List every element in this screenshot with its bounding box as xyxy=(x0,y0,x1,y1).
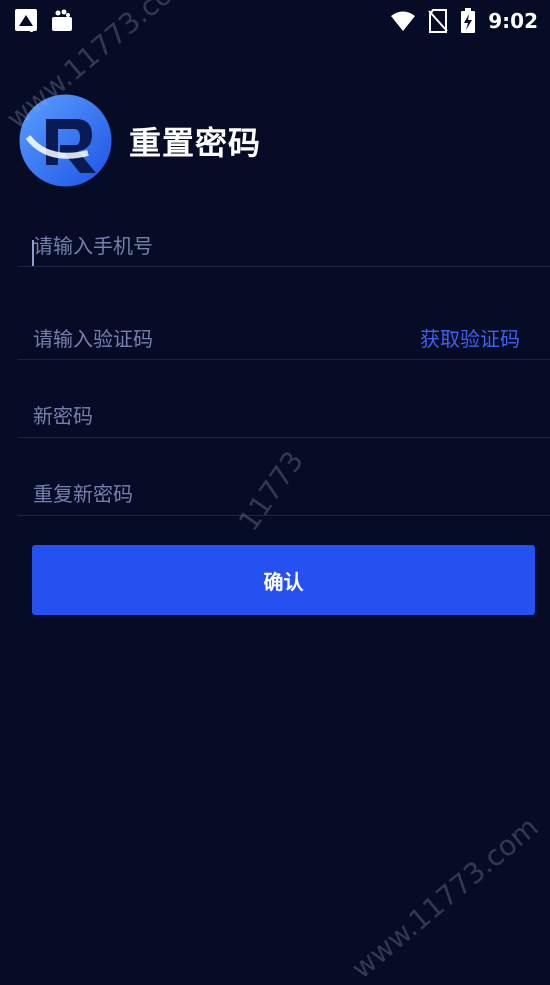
no-sim-icon xyxy=(428,9,448,33)
page-title: 重置密码 xyxy=(129,123,262,162)
confirm-button[interactable]: 确认 xyxy=(32,545,535,615)
status-bar: 9:02 xyxy=(0,0,550,40)
status-time: 9:02 xyxy=(488,9,538,33)
wifi-icon xyxy=(390,10,416,32)
get-code-button[interactable]: 获取验证码 xyxy=(420,323,520,352)
bag-icon xyxy=(50,8,74,32)
phone-input[interactable]: 请输入手机号 xyxy=(18,212,550,267)
battery-charging-icon xyxy=(460,8,476,34)
new-password-input[interactable]: 新密码 xyxy=(18,384,550,438)
repeat-password-placeholder: 重复新密码 xyxy=(33,482,133,506)
phone-placeholder: 请输入手机号 xyxy=(33,234,153,258)
watermark: www.11773.com xyxy=(345,810,545,985)
verification-code-input[interactable]: 请输入验证码 获取验证码 xyxy=(18,305,550,360)
code-placeholder: 请输入验证码 xyxy=(33,327,153,351)
app-icon xyxy=(14,8,38,32)
new-password-placeholder: 新密码 xyxy=(33,404,93,428)
